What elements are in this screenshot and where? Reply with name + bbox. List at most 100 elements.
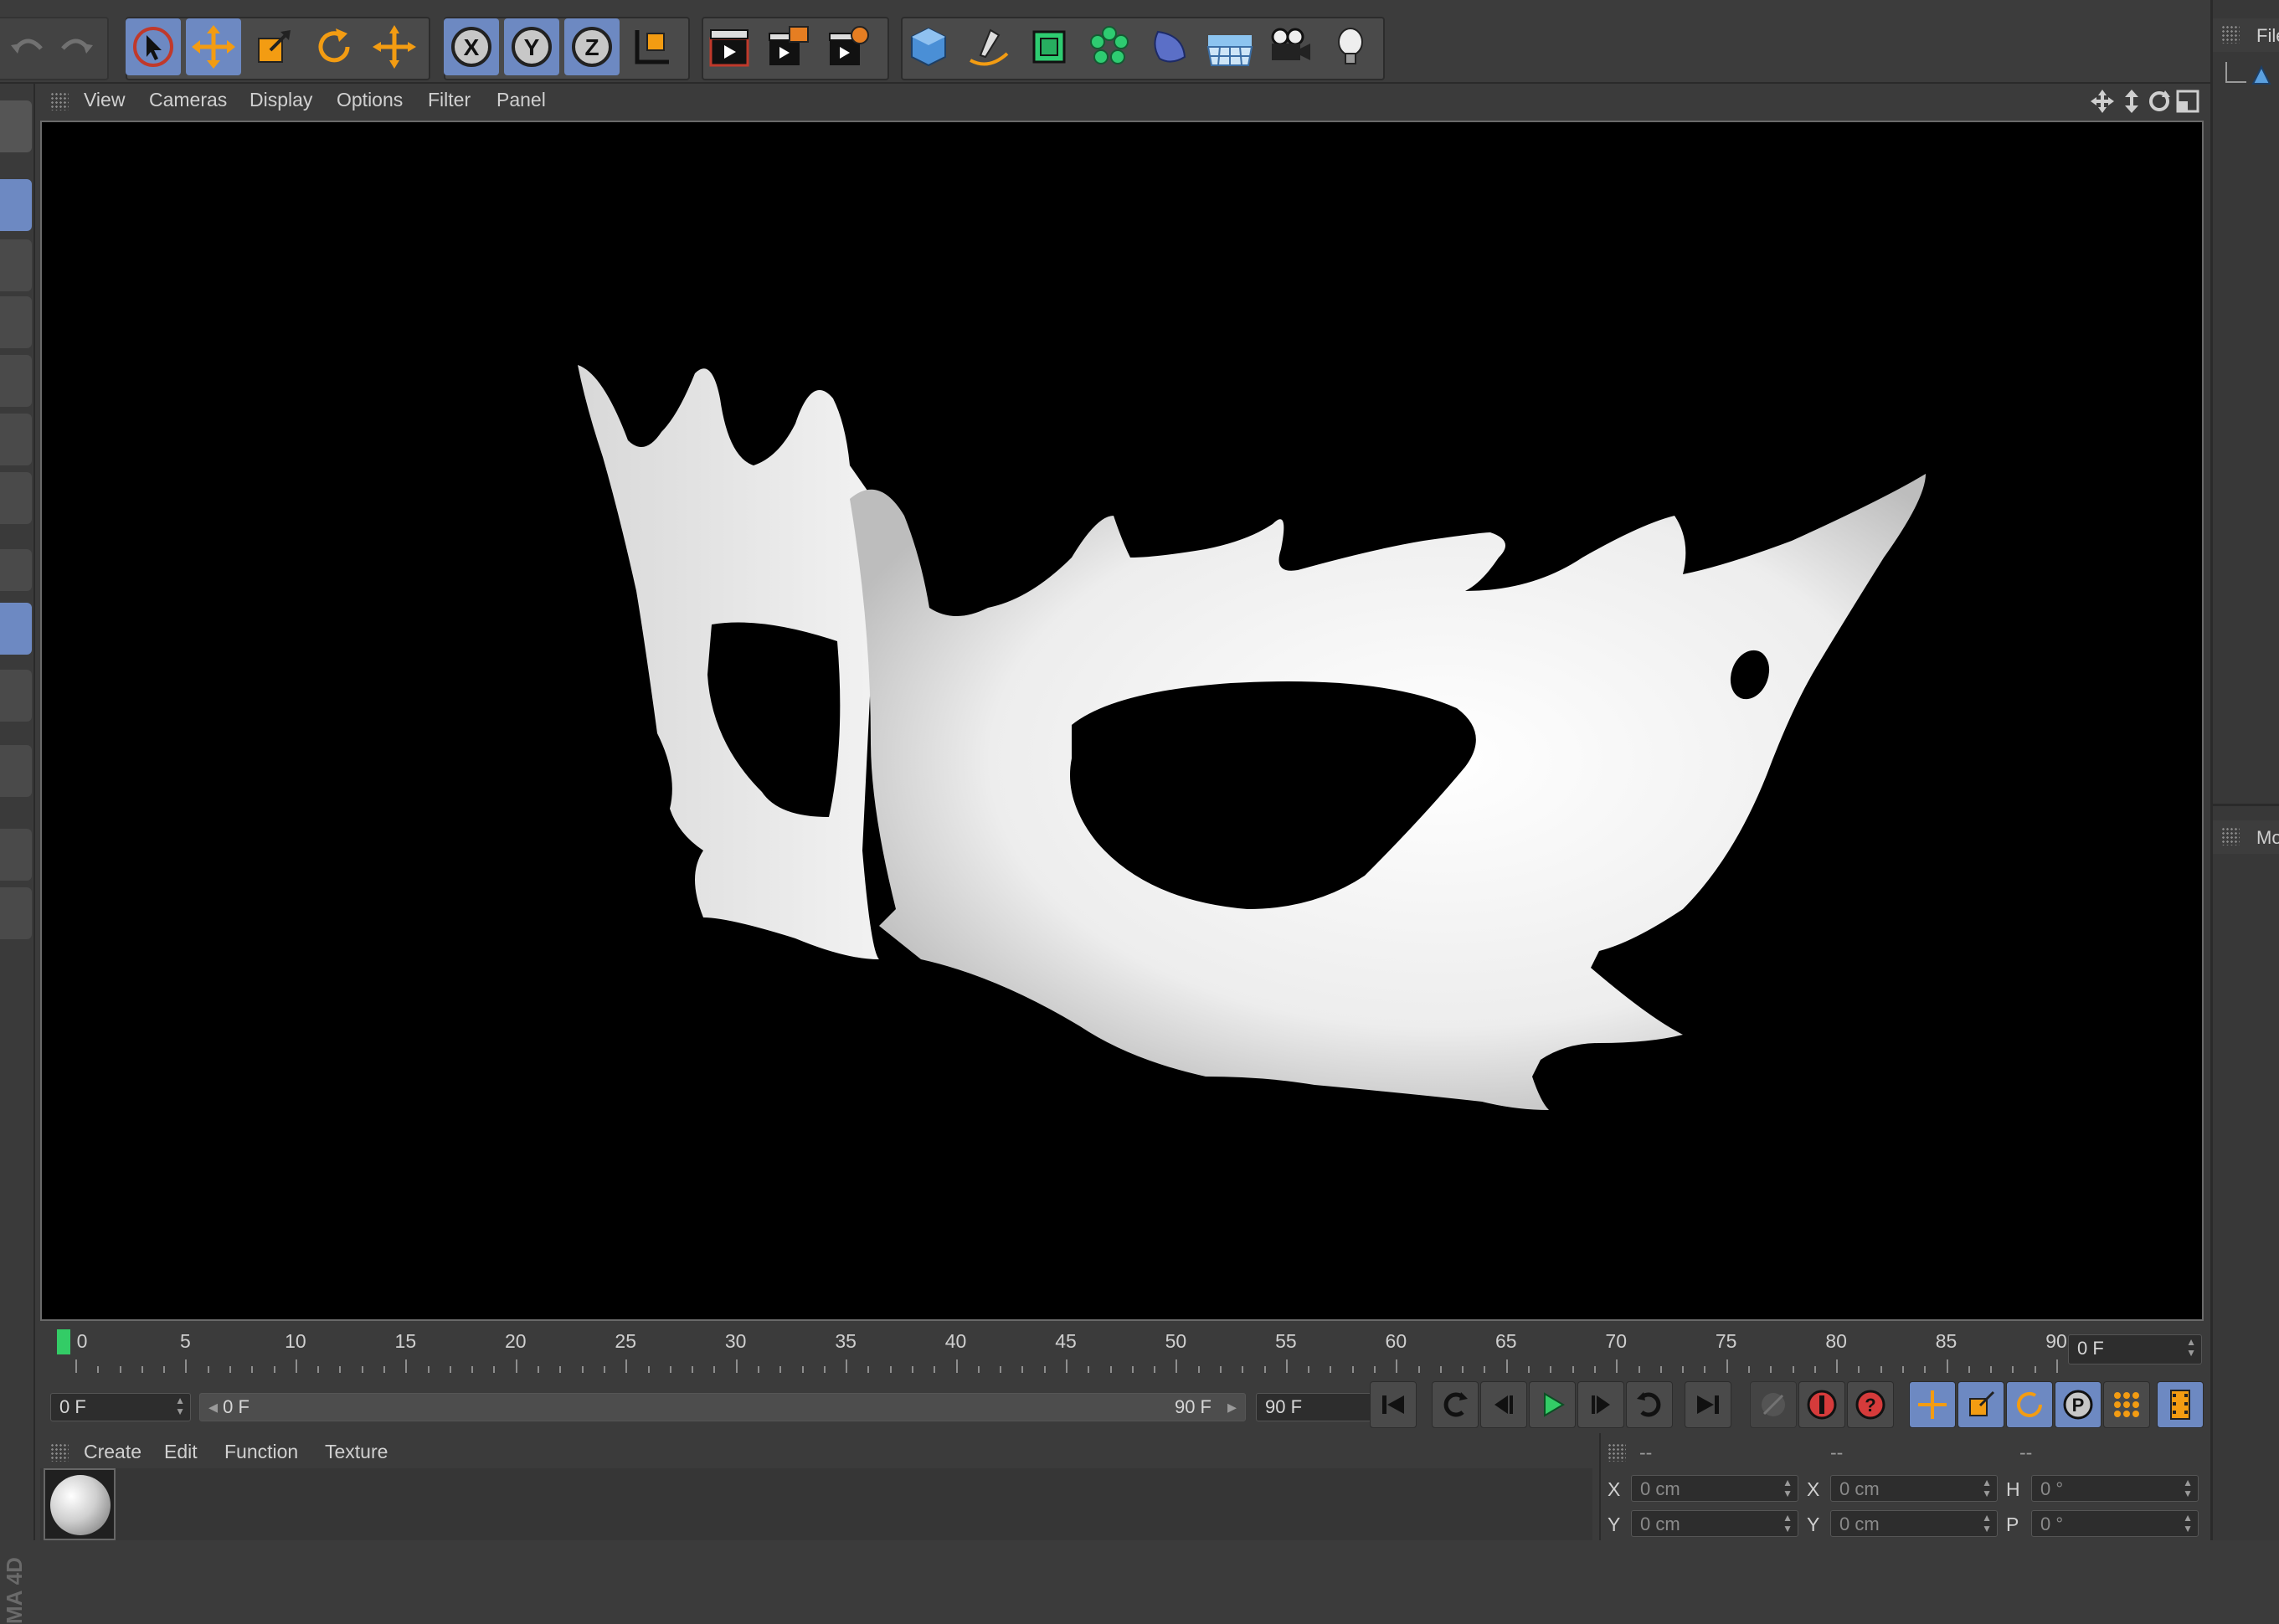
object-tree-row[interactable]: [2221, 60, 2279, 94]
cloner-icon[interactable]: [1082, 18, 1137, 75]
coord-size-y-label: Y: [1807, 1514, 1820, 1535]
timeline-icon[interactable]: [2157, 1381, 2204, 1428]
axis-mode-icon[interactable]: [0, 549, 32, 591]
autokey-icon[interactable]: ?: [1847, 1381, 1894, 1428]
stepper-icon[interactable]: ▲▼: [1783, 1478, 1793, 1499]
rotate-icon[interactable]: [306, 18, 362, 75]
keyframe-off-icon[interactable]: [1750, 1381, 1797, 1428]
timeline-ruler[interactable]: 0 5 10 15 20 25 30 35 40 45 50 55 60 65 70 75 80 85 90 0 F…: [40, 1323, 2204, 1381]
y-axis-icon[interactable]: Y: [504, 18, 559, 75]
menu-create[interactable]: Create: [84, 1441, 141, 1463]
stepper-icon[interactable]: ▲▼: [1783, 1513, 1793, 1534]
playhead-marker[interactable]: [57, 1329, 70, 1354]
workplane-mode-icon[interactable]: [0, 296, 32, 348]
go-to-end-icon[interactable]: [1685, 1381, 1731, 1428]
start-frame-field[interactable]: 0 F ▲ ▼: [50, 1393, 191, 1421]
cube-icon[interactable]: [901, 18, 956, 75]
menu-display[interactable]: Display: [250, 89, 312, 111]
viewport-rotate-icon[interactable]: [2147, 89, 2172, 114]
3d-viewport[interactable]: [40, 121, 2204, 1321]
next-key-icon[interactable]: [1626, 1381, 1673, 1428]
stepper-icon[interactable]: ▲▼: [1982, 1478, 1992, 1499]
coordinate-system-icon[interactable]: [625, 18, 680, 75]
go-to-start-icon[interactable]: [1370, 1381, 1417, 1428]
menu-texture[interactable]: Texture: [325, 1441, 388, 1463]
scale-icon[interactable]: [246, 18, 301, 75]
record-icon[interactable]: [1798, 1381, 1845, 1428]
render-picture-viewer-icon[interactable]: [762, 18, 817, 75]
key-position-icon[interactable]: [1909, 1381, 1956, 1428]
snap-magnet-icon[interactable]: [0, 745, 32, 797]
key-pla-icon[interactable]: [2103, 1381, 2150, 1428]
stepper-icon[interactable]: ▲▼: [2183, 1513, 2193, 1534]
frame-range-slider[interactable]: ◂ 0 F 90 F ▸: [199, 1393, 1246, 1421]
deformer-icon[interactable]: [1142, 18, 1197, 75]
material-grip-icon[interactable]: [50, 1443, 69, 1462]
objects-grip-icon[interactable]: [2221, 25, 2240, 44]
polygons-mode-icon[interactable]: [0, 472, 32, 524]
floor-icon[interactable]: [1202, 18, 1258, 75]
stepper-icon[interactable]: ▲▼: [2183, 1478, 2193, 1499]
locked-workplane-icon[interactable]: [0, 829, 32, 881]
current-frame-field[interactable]: 0 F ▲ ▼: [2068, 1334, 2202, 1364]
live-selection-icon[interactable]: [367, 18, 422, 75]
z-axis-icon[interactable]: Z: [564, 18, 620, 75]
coord-pos-x-field[interactable]: 0 cm ▲ ▼: [1631, 1475, 1798, 1502]
edges-mode-icon[interactable]: [0, 414, 32, 465]
key-parameter-icon[interactable]: P: [2055, 1381, 2102, 1428]
viewport-pan-icon[interactable]: [2090, 89, 2115, 114]
material-thumbnail[interactable]: [44, 1468, 116, 1540]
coord-pos-y-field[interactable]: 0 cm ▲ ▼: [1631, 1510, 1798, 1537]
pen-spline-icon[interactable]: [961, 18, 1016, 75]
texture-mode-icon[interactable]: [0, 239, 32, 291]
menu-edit[interactable]: Edit: [164, 1441, 198, 1463]
key-scale-icon[interactable]: [1957, 1381, 2004, 1428]
coord-size-x-field[interactable]: 0 cm ▲ ▼: [1830, 1475, 1998, 1502]
timeline-tick: [1813, 1366, 1816, 1373]
stepper-icon[interactable]: ▲▼: [175, 1395, 185, 1417]
stepper-icon[interactable]: ▲▼: [1982, 1513, 1992, 1534]
objects-panel-title[interactable]: File: [2256, 25, 2279, 47]
coord-size-y-field[interactable]: 0 cm ▲ ▼: [1830, 1510, 1998, 1537]
previous-frame-icon[interactable]: [1480, 1381, 1527, 1428]
viewport-maximize-icon[interactable]: [2175, 89, 2200, 114]
x-axis-icon[interactable]: X: [444, 18, 499, 75]
range-left-arrow-icon[interactable]: ◂: [208, 1396, 223, 1417]
attributes-grip-icon[interactable]: [2221, 827, 2240, 845]
move-icon[interactable]: [186, 18, 241, 75]
redo-icon[interactable]: [49, 18, 104, 75]
render-view-icon[interactable]: [702, 18, 757, 75]
menu-filter[interactable]: Filter: [428, 89, 471, 111]
stepper-icon[interactable]: ▲▼: [2186, 1337, 2196, 1359]
previous-key-icon[interactable]: [1432, 1381, 1479, 1428]
tweak-mode-icon[interactable]: [0, 603, 32, 655]
select-arrow-icon[interactable]: [126, 18, 181, 75]
subdivision-icon[interactable]: [1021, 18, 1077, 75]
planar-workplane-icon[interactable]: [0, 887, 32, 939]
object-mode-icon[interactable]: [0, 179, 32, 231]
light-bulb-icon[interactable]: [1323, 18, 1378, 75]
attributes-panel-title[interactable]: Mo: [2256, 827, 2279, 849]
viewport-zoom-icon[interactable]: [2120, 89, 2143, 114]
play-icon[interactable]: [1529, 1381, 1576, 1428]
next-frame-icon[interactable]: [1577, 1381, 1624, 1428]
menu-view[interactable]: View: [84, 89, 125, 111]
viewport-grip-icon[interactable]: [50, 92, 69, 110]
render-settings-icon[interactable]: [822, 18, 877, 75]
coordinates-grip-icon[interactable]: [1608, 1443, 1626, 1462]
menu-panel[interactable]: Panel: [496, 89, 546, 111]
menu-options[interactable]: Options: [337, 89, 403, 111]
points-mode-icon[interactable]: [0, 355, 32, 407]
range-end-value: 90 F: [1174, 1396, 1212, 1417]
range-right-arrow-icon[interactable]: ▸: [1227, 1396, 1237, 1418]
model-mode-icon[interactable]: [0, 100, 32, 152]
coord-rot-h-field[interactable]: 0 ° ▲ ▼: [2031, 1475, 2199, 1502]
timeline-tick-label: 90: [2045, 1330, 2067, 1352]
coord-rot-p-field[interactable]: 0 ° ▲ ▼: [2031, 1510, 2199, 1537]
undo-icon[interactable]: [0, 18, 55, 75]
key-rotation-icon[interactable]: [2006, 1381, 2053, 1428]
menu-function[interactable]: Function: [224, 1441, 298, 1463]
camera-icon[interactable]: [1263, 18, 1318, 75]
solo-icon[interactable]: [0, 670, 32, 722]
menu-cameras[interactable]: Cameras: [149, 89, 227, 111]
